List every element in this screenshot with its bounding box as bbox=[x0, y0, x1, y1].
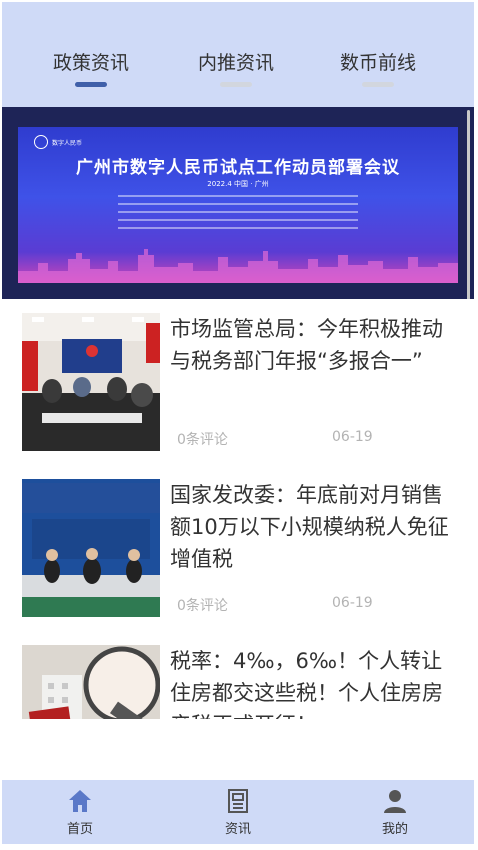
banner-text-lines bbox=[118, 195, 358, 235]
banner-subtitle: 2022.4 中国 · 广州 bbox=[207, 180, 269, 188]
article-title: 税率：4‰，6‰！个人转让住房都交这些税！个人住房房产税正式开征！ bbox=[170, 649, 443, 719]
article-title: 市场监管总局：今年积极推动与税务部门年报“多报合一” bbox=[170, 317, 443, 373]
top-tab-bar: 政策资讯 内推资讯 数币前线 bbox=[2, 2, 474, 107]
tab-indicator bbox=[220, 82, 252, 87]
list-item[interactable]: 税率：4‰，6‰！个人转让住房都交这些税！个人住房房产税正式开征！ bbox=[2, 631, 474, 719]
article-list: 市场监管总局：今年积极推动与税务部门年报“多报合一” 0条评论 06-19 国家… bbox=[2, 299, 474, 719]
city-skyline-graphic bbox=[18, 249, 458, 283]
article-thumbnail bbox=[22, 479, 160, 617]
banner-title: 广州市数字人民币试点工作动员部署会议 bbox=[76, 158, 400, 178]
list-item[interactable]: 国家发改委：年底前对月销售额10万以下小规模纳税人免征增值税 0条评论 06-1… bbox=[2, 465, 474, 625]
banner-image[interactable]: 数字人民币 广州市数字人民币试点工作动员部署会议 2022.4 中国 · 广州 bbox=[2, 107, 474, 299]
nav-news[interactable]: 资讯 bbox=[198, 788, 278, 837]
article-thumbnail bbox=[22, 645, 160, 719]
tab-label: 内推资讯 bbox=[198, 52, 275, 74]
nav-profile[interactable]: 我的 bbox=[355, 788, 435, 837]
list-item[interactable]: 市场监管总局：今年积极推动与税务部门年报“多报合一” 0条评论 06-19 bbox=[2, 299, 474, 459]
app-frame: 政策资讯 内推资讯 数币前线 数字人民币 广州市数字人民币试点工作动员部署会议 … bbox=[2, 2, 474, 844]
tab-referral-news[interactable]: 内推资讯 bbox=[198, 48, 275, 87]
home-icon bbox=[69, 790, 91, 812]
article-date: 06-19 bbox=[332, 429, 373, 445]
banner-logo: 数字人民币 bbox=[34, 135, 82, 149]
article-date: 06-19 bbox=[332, 595, 373, 611]
tab-label: 政策资讯 bbox=[53, 52, 130, 74]
nav-label: 资讯 bbox=[224, 822, 251, 837]
tab-indicator bbox=[75, 82, 107, 87]
user-icon bbox=[384, 790, 406, 813]
scrollbar[interactable] bbox=[467, 110, 470, 300]
tab-policy-news[interactable]: 政策资讯 bbox=[53, 48, 130, 87]
tab-digital-currency-frontline[interactable]: 数币前线 bbox=[340, 48, 417, 87]
tab-label: 数币前线 bbox=[340, 52, 417, 74]
nav-label: 我的 bbox=[381, 822, 408, 837]
article-title: 国家发改委：年底前对月销售额10万以下小规模纳税人免征增值税 bbox=[170, 483, 449, 571]
article-thumbnail bbox=[22, 313, 160, 451]
nav-home[interactable]: 首页 bbox=[40, 788, 120, 837]
banner-screen: 数字人民币 广州市数字人民币试点工作动员部署会议 2022.4 中国 · 广州 bbox=[18, 127, 458, 283]
comment-count: 0条评论 bbox=[177, 432, 228, 448]
tab-indicator bbox=[362, 82, 394, 87]
bottom-navigation: 首页 资讯 我的 bbox=[2, 780, 474, 844]
news-icon bbox=[228, 789, 248, 813]
nav-label: 首页 bbox=[66, 822, 93, 837]
comment-count: 0条评论 bbox=[177, 598, 228, 614]
